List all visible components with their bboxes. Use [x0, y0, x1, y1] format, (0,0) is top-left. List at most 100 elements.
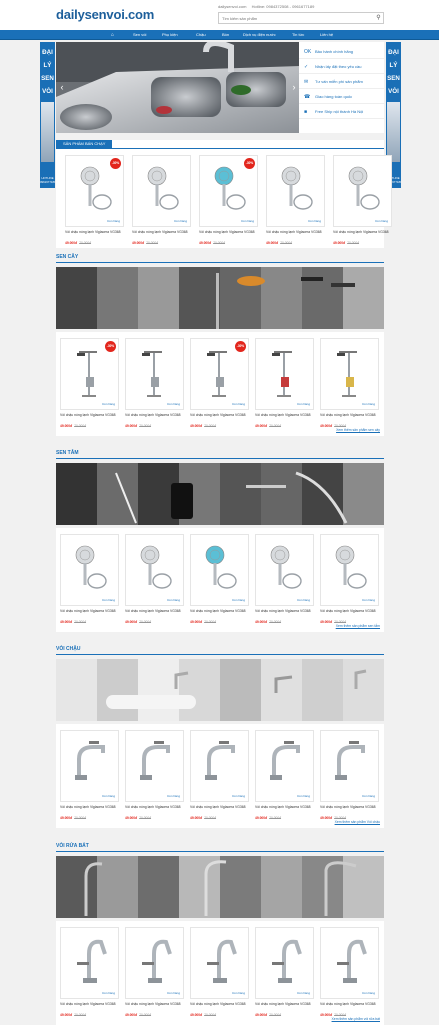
product-name[interactable]: Vòi chậu nóng lạnh Viglacera VG368 [125, 413, 185, 418]
product-name[interactable]: Vòi chậu nóng lạnh Viglacera VG368 [125, 1002, 185, 1007]
product-card[interactable]: -30% Còn hàng [60, 338, 119, 410]
product-image[interactable] [69, 936, 114, 991]
product-name[interactable]: Vòi chậu nóng lạnh Viglacera VG368 [60, 609, 120, 614]
product-image[interactable] [208, 164, 248, 219]
policy-item[interactable]: OK Bảo hành chính hãng [299, 44, 384, 59]
section-banner-image[interactable] [56, 463, 384, 525]
product-card[interactable]: Còn hàng [190, 730, 249, 802]
product-name[interactable]: Vòi chậu nóng lạnh Viglacera VG368 [125, 805, 185, 810]
nav-item-sen-voi[interactable]: Sen vòi [133, 32, 146, 37]
product-name[interactable]: Vòi chậu nóng lạnh Viglacera VG368 [333, 230, 393, 235]
product-image[interactable] [329, 347, 369, 407]
product-name[interactable]: Vòi chậu nóng lạnh Viglacera VG368 [65, 230, 125, 235]
section-title[interactable]: SEN TẮM [56, 450, 79, 456]
product-name[interactable]: Vòi chậu nóng lạnh Viglacera VG368 [320, 413, 380, 418]
product-name[interactable]: Vòi chậu nóng lạnh Viglacera VG368 [255, 609, 315, 614]
product-name[interactable]: Vòi chậu nóng lạnh Viglacera VG368 [190, 413, 250, 418]
product-name[interactable]: Vòi chậu nóng lạnh Viglacera VG368 [60, 1002, 120, 1007]
product-image[interactable] [264, 543, 304, 598]
nav-item-phu-kien[interactable]: Phụ kiện [162, 32, 178, 37]
view-more-link[interactable]: Xem thêm sản phẩm Vòi chậu [335, 820, 380, 824]
product-card[interactable]: Còn hàng [132, 155, 191, 227]
slider-prev-icon[interactable]: ‹ [58, 82, 66, 92]
product-name[interactable]: Vòi chậu nóng lạnh Viglacera VG368 [132, 230, 192, 235]
home-icon[interactable]: ⌂ [111, 32, 117, 38]
product-image[interactable] [199, 739, 244, 789]
product-card[interactable]: Còn hàng [125, 730, 184, 802]
product-image[interactable] [199, 347, 239, 407]
hero-slider[interactable]: ‹ › [56, 42, 300, 133]
view-more-link[interactable]: Xem thêm sản phẩm sen tắm [336, 624, 380, 628]
search-input[interactable] [218, 12, 384, 24]
product-card[interactable]: Còn hàng [60, 534, 119, 606]
product-card[interactable]: Còn hàng [320, 927, 379, 999]
product-name[interactable]: Vòi chậu nóng lạnh Viglacera VG368 [320, 609, 380, 614]
product-card[interactable]: Còn hàng [255, 534, 314, 606]
product-name[interactable]: Vòi chậu nóng lạnh Viglacera VG368 [190, 1002, 250, 1007]
product-image[interactable] [199, 543, 239, 598]
product-name[interactable]: Vòi chậu nóng lạnh Viglacera VG368 [255, 1002, 315, 1007]
product-card[interactable]: Còn hàng [255, 338, 314, 410]
product-card[interactable]: Còn hàng [60, 730, 119, 802]
slider-next-icon[interactable]: › [290, 82, 298, 92]
side-banner-left[interactable]: ĐẠI LÝ SEN VÒI HOTLINE 0961677189 [40, 42, 55, 188]
product-name[interactable]: Vòi chậu nóng lạnh Viglacera VG368 [320, 1002, 380, 1007]
product-card[interactable]: Còn hàng [320, 730, 379, 802]
view-more-link[interactable]: Xem thêm sản phẩm vòi rửa bát [332, 1017, 380, 1021]
product-card[interactable]: Còn hàng [266, 155, 325, 227]
section-title[interactable]: SEN CÂY [56, 254, 78, 260]
product-image[interactable] [134, 936, 179, 991]
product-card[interactable]: -30% Còn hàng [65, 155, 124, 227]
policy-item[interactable]: ✉ Tư vấn miễn phí sản phẩm [299, 74, 384, 89]
product-card[interactable]: Còn hàng [333, 155, 392, 227]
product-image[interactable] [329, 739, 374, 789]
site-logo[interactable]: dailysenvoi.com [56, 7, 154, 22]
product-image[interactable] [74, 164, 114, 219]
product-name[interactable]: Vòi chậu nóng lạnh Viglacera VG368 [60, 413, 120, 418]
section-banner-image[interactable] [56, 267, 384, 329]
product-name[interactable]: Vòi chậu nóng lạnh Viglacera VG368 [125, 609, 185, 614]
product-image[interactable] [141, 164, 181, 219]
section-banner-image[interactable] [56, 659, 384, 721]
policy-item[interactable]: ✓ Nhận lấy đặt theo yêu cầu [299, 59, 384, 74]
product-image[interactable] [329, 936, 374, 991]
product-image[interactable] [199, 936, 244, 991]
product-name[interactable]: Vòi chậu nóng lạnh Viglacera VG368 [255, 413, 315, 418]
policy-item[interactable]: ☎ Giao hàng toàn quốc [299, 89, 384, 104]
product-name[interactable]: Vòi chậu nóng lạnh Viglacera VG368 [266, 230, 326, 235]
product-card[interactable]: Còn hàng [320, 338, 379, 410]
best-seller-tab[interactable]: SẢN PHẨM BÁN CHẠY [56, 140, 113, 148]
product-card[interactable]: -30% Còn hàng [190, 338, 249, 410]
section-banner-image[interactable] [56, 856, 384, 918]
product-image[interactable] [275, 164, 315, 219]
product-name[interactable]: Vòi chậu nóng lạnh Viglacera VG368 [60, 805, 120, 810]
product-card[interactable]: Còn hàng [125, 534, 184, 606]
product-card[interactable]: -30% Còn hàng [199, 155, 258, 227]
product-image[interactable] [69, 347, 109, 407]
product-card[interactable]: Còn hàng [190, 534, 249, 606]
product-card[interactable]: Còn hàng [125, 927, 184, 999]
product-image[interactable] [329, 543, 369, 598]
product-name[interactable]: Vòi chậu nóng lạnh Viglacera VG368 [190, 805, 250, 810]
nav-item-dich-vu[interactable]: Dịch vụ điện nước [243, 32, 276, 37]
nav-item-bon[interactable]: Bồn [222, 32, 229, 37]
product-card[interactable]: Còn hàng [255, 927, 314, 999]
product-card[interactable]: Còn hàng [320, 534, 379, 606]
nav-item-chau[interactable]: Chậu [196, 32, 206, 37]
view-more-link[interactable]: Xem thêm sản phẩm sen cây [336, 428, 380, 432]
product-card[interactable]: Còn hàng [190, 927, 249, 999]
product-image[interactable] [134, 543, 174, 598]
product-name[interactable]: Vòi chậu nóng lạnh Viglacera VG368 [190, 609, 250, 614]
product-card[interactable]: Còn hàng [60, 927, 119, 999]
product-card[interactable]: Còn hàng [125, 338, 184, 410]
nav-item-tin-tuc[interactable]: Tin tức [292, 32, 304, 37]
product-image[interactable] [69, 543, 109, 598]
product-card[interactable]: Còn hàng [255, 730, 314, 802]
product-image[interactable] [342, 164, 382, 219]
product-image[interactable] [264, 936, 309, 991]
product-image[interactable] [264, 347, 304, 407]
product-name[interactable]: Vòi chậu nóng lạnh Viglacera VG368 [255, 805, 315, 810]
section-title[interactable]: VÒI RỬA BÁT [56, 843, 89, 849]
product-image[interactable] [134, 739, 179, 789]
section-title[interactable]: VÒI CHẬU [56, 646, 80, 652]
